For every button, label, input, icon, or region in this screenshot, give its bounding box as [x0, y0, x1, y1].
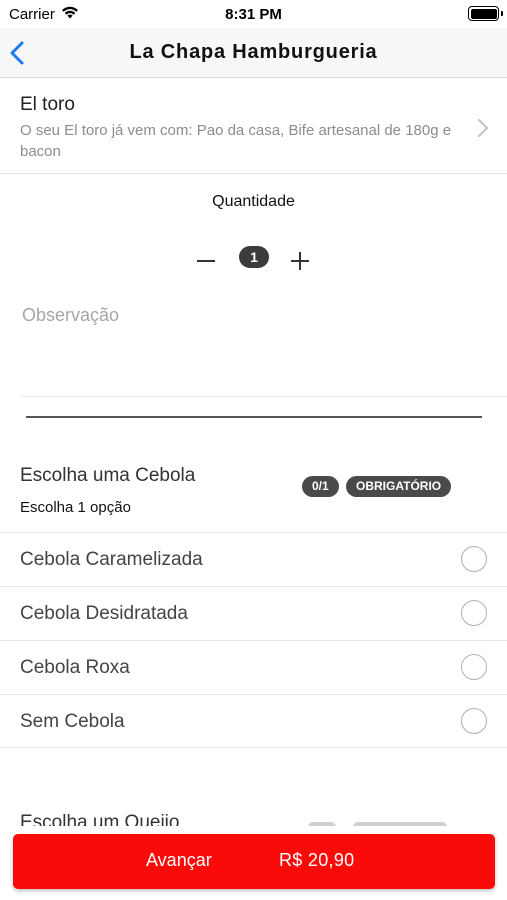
option-group-title: Escolha uma Cebola [20, 465, 196, 486]
option-list: Cebola Caramelizada Cebola Desidratada C… [0, 532, 507, 748]
option-label: Sem Cebola [20, 711, 125, 732]
section-divider [26, 416, 482, 418]
status-time: 8:31 PM [225, 6, 282, 23]
quantity-decrease-button[interactable] [195, 247, 217, 273]
advance-button[interactable]: Avançar R$ 20,90 [13, 834, 495, 889]
option-cebola-caramelizada[interactable]: Cebola Caramelizada [0, 532, 507, 586]
radio-button[interactable] [461, 708, 487, 734]
required-badge: OBRIGATÓRIO [346, 476, 452, 497]
option-cebola-roxa[interactable]: Cebola Roxa [0, 640, 507, 694]
option-cebola-desidratada[interactable]: Cebola Desidratada [0, 586, 507, 640]
product-description: O seu El toro já vem com: Pao da casa, B… [20, 122, 452, 160]
radio-button[interactable] [461, 546, 487, 572]
selection-count-badge: 0/1 [302, 476, 339, 497]
radio-button[interactable] [461, 654, 487, 680]
advance-label: Avançar [146, 850, 212, 870]
option-group-subtitle: Escolha 1 opção [20, 499, 131, 516]
quantity-label: Quantidade [212, 193, 295, 210]
quantity-value: 1 [239, 246, 269, 268]
option-label: Cebola Desidratada [20, 603, 188, 624]
bottom-bar: Avançar R$ 20,90 [0, 826, 507, 900]
next-option-group-title: Escolha um Queijo [20, 812, 180, 826]
option-label: Cebola Caramelizada [20, 549, 203, 570]
observation-field[interactable] [22, 305, 482, 395]
quantity-increase-button[interactable] [289, 249, 311, 271]
page-title: La Chapa Hamburgueria [129, 41, 378, 63]
status-bar: Carrier 8:31 PM [0, 0, 507, 28]
product-header[interactable]: El toro O seu El toro já vem com: Pao da… [0, 78, 507, 174]
option-sem-cebola[interactable]: Sem Cebola [0, 694, 507, 748]
chevron-right-icon [477, 118, 489, 143]
navigation-bar: La Chapa Hamburgueria [0, 28, 507, 78]
radio-button[interactable] [461, 600, 487, 626]
total-price: R$ 20,90 [279, 850, 355, 870]
battery-icon [468, 6, 499, 21]
option-label: Cebola Roxa [20, 657, 130, 678]
observation-divider [20, 396, 507, 397]
next-option-group: Escolha um Queijo [0, 808, 507, 826]
product-name: El toro [20, 94, 75, 115]
